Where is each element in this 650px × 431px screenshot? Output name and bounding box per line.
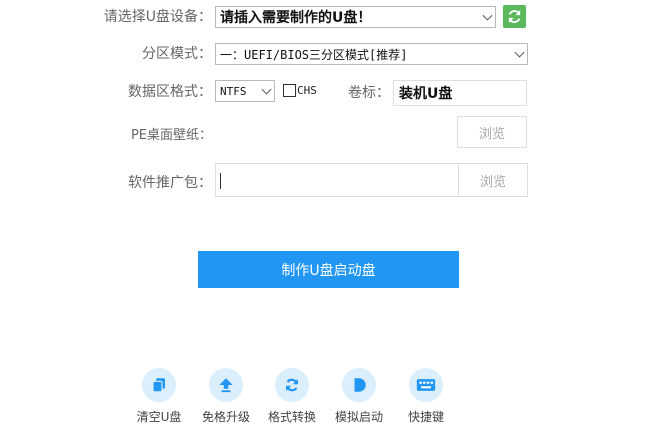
convert-icon	[286, 378, 298, 392]
software-browse-button[interactable]: 浏览	[458, 164, 527, 196]
tool-format-convert[interactable]: 格式转换	[260, 368, 324, 425]
wallpaper-label: PE桌面壁纸：	[130, 128, 212, 143]
keyboard-icon	[416, 379, 436, 391]
copy-icon	[152, 378, 165, 393]
chevron-down-icon	[482, 10, 493, 21]
text-cursor	[220, 173, 221, 189]
wallpaper-input[interactable]: 浏览	[215, 115, 528, 149]
make-boot-disk-button[interactable]: 制作U盘启动盘	[198, 251, 459, 288]
software-input[interactable]: 浏览	[215, 163, 528, 197]
tool-label: 免格升级	[201, 410, 250, 424]
tool-simulate-boot[interactable]: 模拟启动	[327, 368, 391, 425]
volume-input[interactable]: 装机U盘	[393, 80, 527, 106]
tool-label: 清空U盘	[136, 410, 182, 424]
play-icon	[354, 378, 366, 392]
chevron-down-icon	[261, 84, 272, 95]
wallpaper-browse-button[interactable]: 浏览	[457, 116, 527, 148]
partition-label: 分区模式：	[142, 46, 212, 62]
refresh-icon	[508, 10, 521, 23]
tool-label: 快捷键	[407, 410, 444, 424]
volume-label: 卷标：	[348, 85, 390, 101]
refresh-button[interactable]	[503, 5, 526, 28]
tool-clear-usb[interactable]: 清空U盘	[127, 368, 191, 425]
partition-select-value: 一：UEFI/BIOS三分区模式[推荐]	[220, 47, 408, 62]
tool-shortcuts[interactable]: 快捷键	[394, 368, 458, 425]
partition-select[interactable]: 一：UEFI/BIOS三分区模式[推荐]	[215, 43, 528, 65]
tool-label: 格式转换	[267, 410, 316, 424]
device-select-value: 请插入需要制作的U盘！	[220, 10, 372, 26]
upload-icon	[219, 378, 233, 393]
tool-upgrade[interactable]: 免格升级	[194, 368, 258, 425]
tool-label: 模拟启动	[334, 410, 383, 424]
volume-input-value: 装机U盘	[399, 86, 453, 102]
device-label: 请选择U盘设备：	[103, 9, 212, 25]
format-select-value: NTFS	[220, 84, 247, 98]
software-label: 软件推广包：	[128, 175, 212, 191]
chevron-down-icon	[514, 47, 525, 58]
format-label: 数据区格式：	[128, 84, 212, 100]
device-select[interactable]: 请插入需要制作的U盘！	[215, 6, 496, 28]
format-select[interactable]: NTFS	[215, 80, 275, 102]
chs-label: CHS	[297, 84, 317, 97]
chs-checkbox[interactable]	[283, 84, 296, 97]
